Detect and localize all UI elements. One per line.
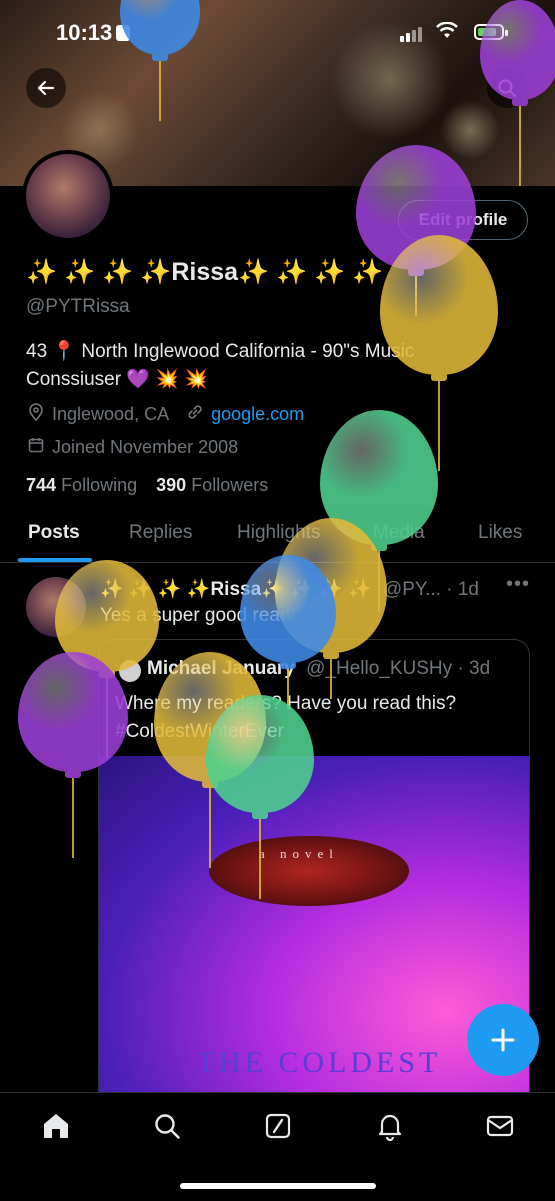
post-author-name[interactable]: ✨ ✨ ✨ ✨Rissa✨ ✨ ✨ ✨ xyxy=(100,579,372,600)
profile-meta-joined: Joined November 2008 xyxy=(26,437,238,458)
profile-meta-location: Inglewood, CA google.com xyxy=(26,403,304,426)
back-arrow-icon xyxy=(37,80,55,96)
quoted-post[interactable]: Michael January @_Hello_KUSHy · 3d Where… xyxy=(98,639,530,1119)
tab-likes[interactable]: Likes xyxy=(478,522,522,544)
profile-avatar[interactable] xyxy=(22,150,114,242)
more-options-icon[interactable]: ••• xyxy=(506,573,530,596)
search-icon xyxy=(498,79,516,97)
followers-link[interactable]: 390 Followers xyxy=(156,475,268,495)
bio-line-1: 43 📍 North Inglewood California - 90"s M… xyxy=(26,341,415,362)
quote-header: Michael January @_Hello_KUSHy · 3d xyxy=(147,658,490,680)
quote-text: Where my readers? Have you read this? #C… xyxy=(115,693,457,742)
signal-icon xyxy=(400,26,424,42)
home-indicator xyxy=(180,1183,376,1189)
profile-location: Inglewood, CA xyxy=(52,404,170,424)
balloon-knot xyxy=(408,268,424,276)
compose-button[interactable] xyxy=(467,1004,539,1076)
nav-home[interactable] xyxy=(41,1111,71,1141)
book-title: THE COLDEST xyxy=(196,1046,442,1079)
wifi-icon xyxy=(436,21,458,46)
profile-joined: Joined November 2008 xyxy=(52,437,239,457)
balloon-string xyxy=(438,381,440,471)
nav-search[interactable] xyxy=(152,1111,182,1141)
display-name: ✨ ✨ ✨ ✨Rissa✨ ✨ ✨ ✨ xyxy=(26,258,384,286)
book-tagline: a novel xyxy=(259,846,339,861)
home-icon xyxy=(44,1114,68,1138)
messages-icon xyxy=(486,1115,514,1137)
profile-tabs: Posts Replies Highlights Media Likes xyxy=(0,510,555,563)
active-tab-indicator xyxy=(18,558,92,562)
calendar-icon xyxy=(26,437,46,458)
post-author-avatar[interactable] xyxy=(26,577,86,637)
focus-badge-icon xyxy=(116,25,131,41)
nav-grok[interactable] xyxy=(263,1111,293,1141)
post-header: ✨ ✨ ✨ ✨Rissa✨ ✨ ✨ ✨ @PY... · 1d xyxy=(100,577,479,601)
edit-profile-button[interactable]: Edit profile xyxy=(398,200,528,240)
quote-handle-time: @_Hello_KUSHy · 3d xyxy=(306,658,491,679)
status-time: 10:13 xyxy=(56,20,131,46)
notifications-icon xyxy=(378,1114,402,1142)
search-button[interactable] xyxy=(487,68,527,108)
balloon-string xyxy=(415,276,417,316)
grok-icon xyxy=(265,1113,291,1139)
back-button[interactable] xyxy=(26,68,66,108)
profile-website-link[interactable]: google.com xyxy=(211,404,304,425)
tab-posts[interactable]: Posts xyxy=(28,522,80,544)
status-bar: 10:13 xyxy=(0,0,555,66)
profile-handle: @PYTRissa xyxy=(26,296,130,317)
plus-icon xyxy=(491,1028,515,1052)
location-pin-icon xyxy=(26,403,46,426)
tab-media[interactable]: Media xyxy=(373,522,425,544)
quote-author-avatar xyxy=(119,660,141,682)
quote-author-name: Michael January xyxy=(147,658,295,679)
profile-bio: 43 📍 North Inglewood California - 90"s M… xyxy=(26,338,506,394)
follow-counts: 744 Following 390 Followers xyxy=(26,475,268,496)
link-icon xyxy=(185,403,205,426)
book-cover-image[interactable]: a novel THE COLDEST xyxy=(99,756,529,1118)
post-text: Yes a super good read!! xyxy=(100,605,302,626)
battery-icon xyxy=(474,24,508,40)
bio-line-2: Conssiuser 💜 💥 💥 xyxy=(26,369,208,390)
search-icon xyxy=(155,1114,180,1139)
following-link[interactable]: 744 Following xyxy=(26,475,137,495)
tab-replies[interactable]: Replies xyxy=(129,522,192,544)
post-handle-time: @PY... · 1d xyxy=(382,579,479,600)
nav-messages[interactable] xyxy=(485,1111,515,1141)
nav-notifications[interactable] xyxy=(375,1111,405,1142)
tab-highlights[interactable]: Highlights xyxy=(237,522,320,544)
